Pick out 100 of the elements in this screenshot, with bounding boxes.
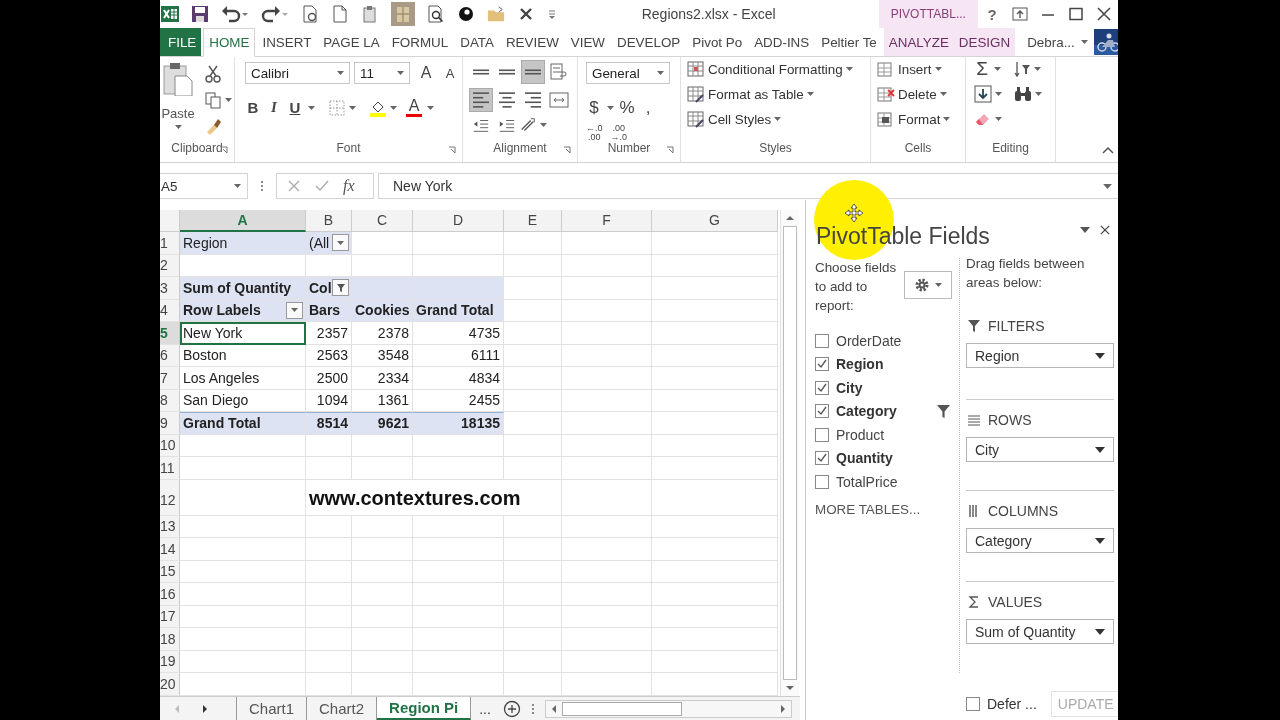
- table-cell[interactable]: [180, 434, 306, 457]
- scroll-down-icon[interactable]: [785, 685, 795, 691]
- table-cell[interactable]: [652, 322, 778, 345]
- sort-filter-button[interactable]: [1013, 60, 1041, 78]
- ribbon-tab[interactable]: HOME: [203, 28, 256, 57]
- ribbon-tab[interactable]: PAGE LA: [318, 28, 385, 56]
- horizontal-scrollbar[interactable]: [544, 699, 792, 718]
- grow-font-button[interactable]: A: [418, 64, 434, 82]
- help-button[interactable]: ?: [978, 5, 1006, 23]
- check-icon[interactable]: [315, 179, 329, 193]
- currency-button[interactable]: $: [586, 98, 602, 118]
- find-button[interactable]: [1014, 85, 1042, 103]
- field-name[interactable]: Category: [836, 403, 937, 420]
- scroll-up-icon[interactable]: [785, 215, 795, 221]
- table-cell[interactable]: [652, 457, 778, 480]
- table-cell[interactable]: 2500: [306, 367, 352, 390]
- column-header[interactable]: F: [562, 210, 652, 232]
- table-cell[interactable]: [180, 538, 306, 561]
- table-cell[interactable]: 4834: [413, 367, 504, 390]
- folder-icon[interactable]: [487, 5, 505, 23]
- new-document-icon[interactable]: [331, 5, 349, 23]
- row-number[interactable]: 19: [160, 650, 180, 673]
- row-number[interactable]: 4: [160, 299, 180, 322]
- table-cell[interactable]: [306, 434, 352, 457]
- field-name[interactable]: Region: [836, 356, 954, 373]
- caret-icon[interactable]: [427, 105, 434, 110]
- name-box[interactable]: A5: [160, 173, 248, 199]
- ribbon-tab[interactable]: REVIEW: [500, 28, 564, 56]
- maximize-icon[interactable]: [1068, 7, 1084, 21]
- row-number[interactable]: 10: [160, 434, 180, 457]
- table-cell[interactable]: 2563: [306, 344, 352, 367]
- underline-button[interactable]: U: [287, 99, 303, 116]
- cells-button[interactable]: Format: [877, 110, 965, 128]
- more-tables-link[interactable]: MORE TABLES...: [815, 501, 921, 517]
- table-cell[interactable]: 2378: [352, 322, 413, 345]
- caret-icon[interactable]: [607, 106, 614, 110]
- table-cell[interactable]: [352, 673, 413, 696]
- image-icon[interactable]: [391, 2, 415, 26]
- row-number[interactable]: 14: [160, 538, 180, 561]
- table-cell[interactable]: [562, 299, 652, 322]
- close-icon[interactable]: [1100, 225, 1110, 235]
- table-cell[interactable]: Region: [180, 232, 306, 255]
- row-number[interactable]: 11: [160, 457, 180, 480]
- add-sheet-icon[interactable]: [502, 699, 521, 718]
- collapse-ribbon-icon[interactable]: [1102, 146, 1114, 154]
- table-cell[interactable]: [352, 560, 413, 583]
- table-cell[interactable]: [413, 560, 504, 583]
- row-number[interactable]: 13: [160, 515, 180, 538]
- caret-icon[interactable]: [994, 67, 1001, 71]
- fill-button[interactable]: [974, 85, 1002, 103]
- ribbon-tab[interactable]: DESIGN: [953, 28, 1016, 56]
- dialog-launcher-icon[interactable]: [563, 146, 571, 154]
- pane-options-icon[interactable]: [1080, 225, 1090, 235]
- table-cell[interactable]: [562, 479, 652, 516]
- table-cell[interactable]: [504, 322, 562, 345]
- table-cell[interactable]: [180, 457, 306, 480]
- ribbon-tab[interactable]: FILE: [160, 28, 202, 56]
- ribbon-tab[interactable]: INSERT: [257, 28, 317, 56]
- ribbon-tab[interactable]: DATA: [455, 28, 499, 56]
- table-cell[interactable]: [504, 232, 562, 255]
- filter-dropdown-button[interactable]: [286, 301, 303, 319]
- table-cell[interactable]: [652, 515, 778, 538]
- row-number[interactable]: 5: [160, 322, 180, 345]
- table-cell[interactable]: [180, 650, 306, 673]
- field-name[interactable]: Product: [836, 426, 954, 443]
- borders-button[interactable]: [328, 98, 356, 117]
- customize-icon[interactable]: [547, 8, 557, 20]
- table-cell[interactable]: [413, 232, 504, 255]
- checkbox[interactable]: [815, 333, 829, 348]
- ribbon-tab[interactable]: Pivot Po: [687, 28, 748, 56]
- splitter-icon[interactable]: [530, 701, 535, 716]
- table-cell[interactable]: [504, 628, 562, 651]
- table-cell[interactable]: [504, 673, 562, 696]
- ribbon-tab[interactable]: DEVELOP: [612, 28, 686, 56]
- table-cell[interactable]: [562, 344, 652, 367]
- table-cell[interactable]: 2357: [306, 322, 352, 345]
- table-cell[interactable]: [504, 583, 562, 606]
- dialog-launcher-icon[interactable]: [448, 146, 456, 154]
- table-cell[interactable]: [413, 650, 504, 673]
- row-number[interactable]: 1: [160, 232, 180, 255]
- table-cell[interactable]: [504, 560, 562, 583]
- table-cell[interactable]: [504, 457, 562, 480]
- table-cell[interactable]: [504, 389, 562, 412]
- table-cell[interactable]: [413, 457, 504, 480]
- decimal-button[interactable]: .00 →.0: [610, 124, 628, 142]
- table-cell[interactable]: [352, 650, 413, 673]
- table-cell[interactable]: [504, 515, 562, 538]
- table-cell[interactable]: [562, 673, 652, 696]
- shrink-font-button[interactable]: A: [442, 65, 458, 81]
- table-cell[interactable]: [352, 628, 413, 651]
- table-cell[interactable]: Sum of Quantity: [180, 277, 306, 300]
- dialog-launcher-icon[interactable]: [666, 146, 674, 154]
- table-cell[interactable]: [306, 650, 352, 673]
- table-cell[interactable]: Los Angeles: [180, 367, 306, 390]
- next-sheet-icon[interactable]: [202, 703, 208, 714]
- undo-icon[interactable]: [221, 5, 249, 23]
- scrollbar-thumb[interactable]: [561, 701, 682, 716]
- table-cell[interactable]: [352, 434, 413, 457]
- checkbox[interactable]: [815, 474, 829, 489]
- table-cell[interactable]: [562, 434, 652, 457]
